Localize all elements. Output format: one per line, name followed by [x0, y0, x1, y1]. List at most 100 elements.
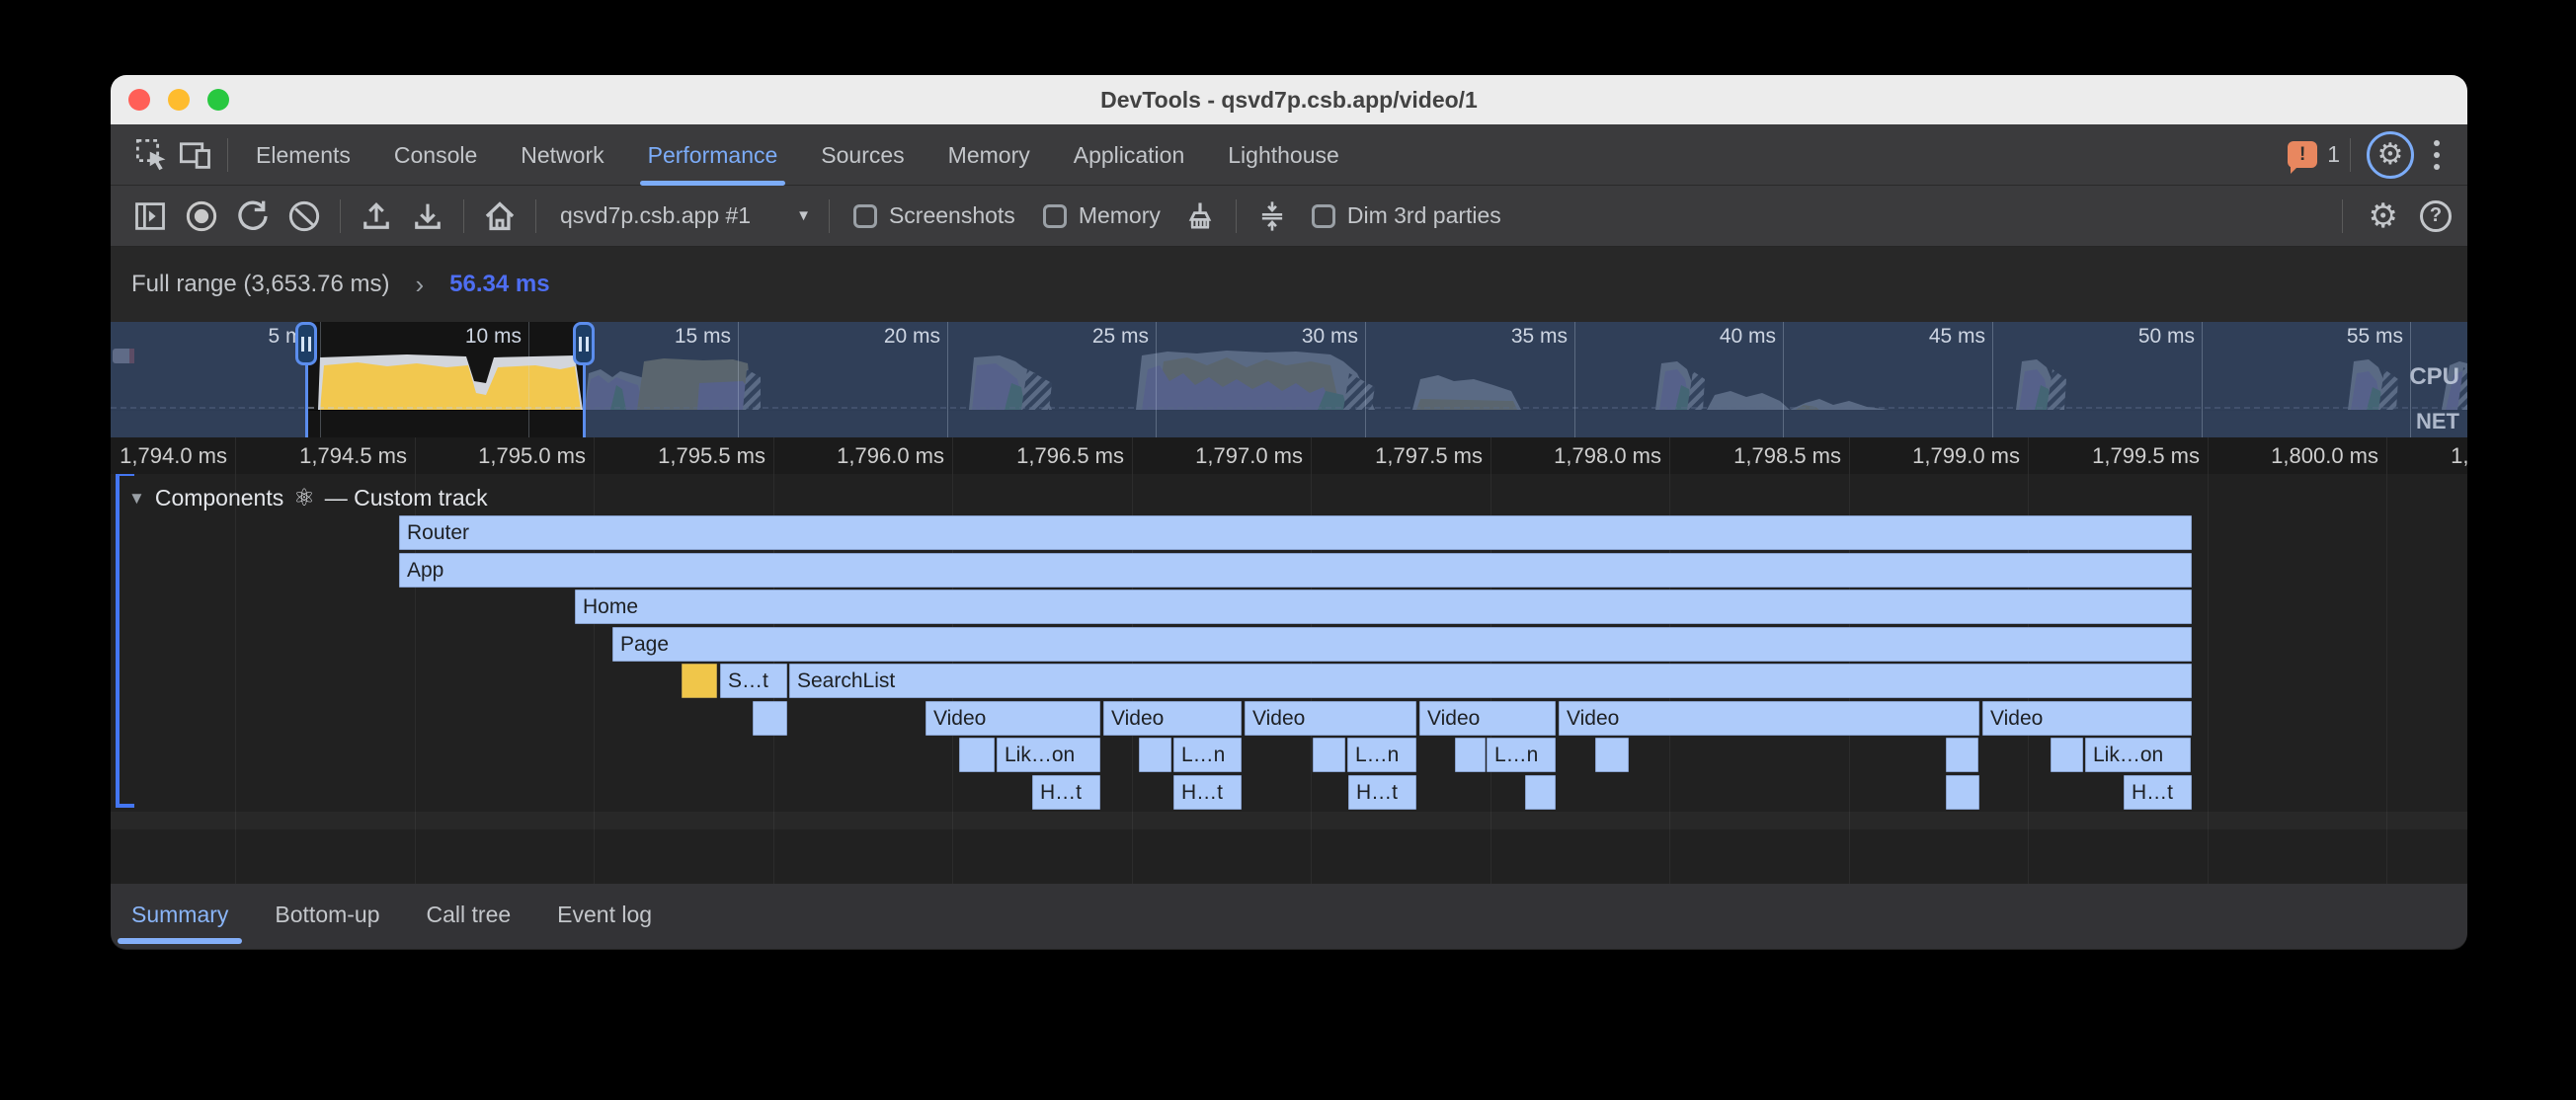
flame-frame-video[interactable]: Video [1419, 701, 1556, 736]
flame-frame[interactable] [1525, 775, 1556, 810]
target-selector-dropdown[interactable]: qsvd7p.csb.app #1 ▼ [560, 202, 811, 229]
breadcrumb-full-range[interactable]: Full range (3,653.76 ms) [131, 271, 389, 298]
tab-memory[interactable]: Memory [948, 124, 1030, 186]
flame-frame[interactable] [2051, 738, 2083, 772]
issues-warning-icon[interactable]: ! [2288, 141, 2317, 168]
custom-track-header[interactable]: ▼ Components ⚛ — Custom track [128, 484, 488, 512]
zoom-window-button[interactable] [207, 89, 229, 111]
tab-console[interactable]: Console [394, 124, 477, 186]
record-and-reload-button[interactable] [227, 197, 279, 235]
flame-frame-video[interactable]: Video [1245, 701, 1416, 736]
flame-frame-l-n[interactable]: L…n [1173, 738, 1242, 772]
flame-frame[interactable] [1455, 738, 1486, 772]
live-metrics-home-button[interactable] [474, 197, 525, 235]
clear-recording-button[interactable] [279, 197, 330, 235]
ruler-tick [2028, 437, 2029, 474]
capture-settings-gear-icon[interactable]: ⚙ [2369, 199, 2398, 233]
memory-checkbox[interactable] [1043, 204, 1067, 228]
collapse-triangle-icon[interactable]: ▼ [128, 489, 145, 509]
devtools-window: DevTools - qsvd7p.csb.app/video/1 Elemen… [111, 75, 2467, 950]
track-bottom-band [111, 812, 2467, 829]
tab-application[interactable]: Application [1074, 124, 1185, 186]
flame-frame-video[interactable]: Video [1103, 701, 1242, 736]
details-tab-bottom-up[interactable]: Bottom-up [275, 884, 379, 949]
ruler-tick-label: 1,796.0 ms [837, 437, 944, 474]
inspect-element-icon[interactable] [130, 137, 174, 173]
flame-frame[interactable] [1595, 738, 1629, 772]
flame-frame-video[interactable]: Video [1982, 701, 2192, 736]
flame-frame-lik-on[interactable]: Lik…on [997, 738, 1100, 772]
ruler-tick-label: 1,795.0 ms [478, 437, 586, 474]
screenshots-checkbox[interactable] [853, 204, 877, 228]
close-window-button[interactable] [128, 89, 150, 111]
memory-label: Memory [1079, 202, 1161, 229]
flame-chart[interactable]: ▼ Components ⚛ — Custom track RouterAppH… [111, 474, 2467, 884]
upload-profile-button[interactable] [351, 198, 402, 234]
flame-frame-searchlist[interactable]: SearchList [789, 664, 2192, 698]
dim-3rd-parties-option[interactable]: Dim 3rd parties [1312, 202, 1501, 229]
ruler-tick [1849, 437, 1850, 474]
flame-frame-l-n[interactable]: L…n [1487, 738, 1556, 772]
memory-option[interactable]: Memory [1043, 202, 1161, 229]
tab-sources[interactable]: Sources [821, 124, 904, 186]
details-tab-call-tree[interactable]: Call tree [427, 884, 512, 949]
details-tab-bar: Summary Bottom-up Call tree Event log [111, 884, 2467, 949]
flame-frame[interactable] [1313, 738, 1345, 772]
flame-frame-h-t[interactable]: H…t [2124, 775, 2192, 810]
collapse-tracks-icon[interactable] [1247, 198, 1298, 234]
flame-frame-h-t[interactable]: H…t [1032, 775, 1100, 810]
flame-frame-s-t[interactable]: S…t [720, 664, 787, 698]
ruler-tick [1311, 437, 1312, 474]
flame-frame[interactable] [1946, 738, 1978, 772]
flame-frame-lik-on[interactable]: Lik…on [2085, 738, 2191, 772]
flame-frame-video[interactable]: Video [1559, 701, 1979, 736]
flame-frame[interactable] [1946, 775, 1979, 810]
tab-lighthouse[interactable]: Lighthouse [1228, 124, 1339, 186]
more-options-menu-button[interactable] [2420, 134, 2454, 176]
gear-icon: ⚙ [2377, 140, 2404, 170]
settings-gear-button[interactable]: ⚙ [2367, 131, 2414, 179]
flame-frame-app[interactable]: App [399, 553, 2192, 588]
ruler-tick [594, 437, 595, 474]
flame-frame-video[interactable]: Video [926, 701, 1100, 736]
flame-frame[interactable] [959, 738, 995, 772]
dim-3rd-parties-label: Dim 3rd parties [1347, 202, 1501, 229]
divider [1236, 199, 1237, 233]
flame-frame[interactable] [1139, 738, 1171, 772]
ruler-tick [2386, 437, 2387, 474]
details-tab-summary[interactable]: Summary [131, 884, 228, 949]
tab-elements[interactable]: Elements [256, 124, 351, 186]
download-profile-button[interactable] [402, 198, 453, 234]
record-button[interactable] [176, 197, 227, 235]
selection-handle-left-grip[interactable] [295, 322, 317, 365]
details-tab-event-log[interactable]: Event log [557, 884, 652, 949]
minimize-window-button[interactable] [168, 89, 190, 111]
ruler-tick-label: 1,794.0 ms [120, 437, 227, 474]
collect-garbage-button[interactable] [1174, 198, 1226, 234]
flame-frame-home[interactable]: Home [575, 589, 2192, 624]
flame-frame-h-t[interactable]: H…t [1348, 775, 1416, 810]
net-lane-label: NET [2416, 409, 2459, 434]
divider [2350, 138, 2351, 172]
screenshots-option[interactable]: Screenshots [853, 202, 1015, 229]
flame-frame-l-n[interactable]: L…n [1347, 738, 1416, 772]
flame-frame-router[interactable]: Router [399, 515, 2192, 550]
timeline-overview[interactable]: 5 ms10 ms15 ms20 ms25 ms30 ms35 ms40 ms4… [111, 322, 2467, 437]
help-icon[interactable]: ? [2420, 200, 2452, 232]
ruler-tick [235, 437, 236, 474]
flame-frame-h-t[interactable]: H…t [1173, 775, 1242, 810]
flame-frame[interactable] [753, 701, 787, 736]
overview-tick [1783, 322, 1784, 437]
device-toolbar-icon[interactable] [174, 137, 217, 173]
selection-handle-right-grip[interactable] [573, 322, 595, 365]
dim-3rd-parties-checkbox[interactable] [1312, 204, 1335, 228]
toggle-sidebar-button[interactable] [124, 198, 176, 234]
tab-network[interactable]: Network [521, 124, 604, 186]
flame-frame-page[interactable]: Page [612, 627, 2192, 662]
overview-tick [1365, 322, 1366, 437]
breadcrumb-selected-range[interactable]: 56.34 ms [449, 271, 549, 298]
ruler-tick-label: 1,799.5 ms [2092, 437, 2200, 474]
tab-performance[interactable]: Performance [648, 124, 778, 186]
timeline-ruler: 1,794.0 ms1,794.5 ms1,795.0 ms1,795.5 ms… [111, 437, 2467, 474]
flame-frame[interactable] [682, 664, 717, 698]
